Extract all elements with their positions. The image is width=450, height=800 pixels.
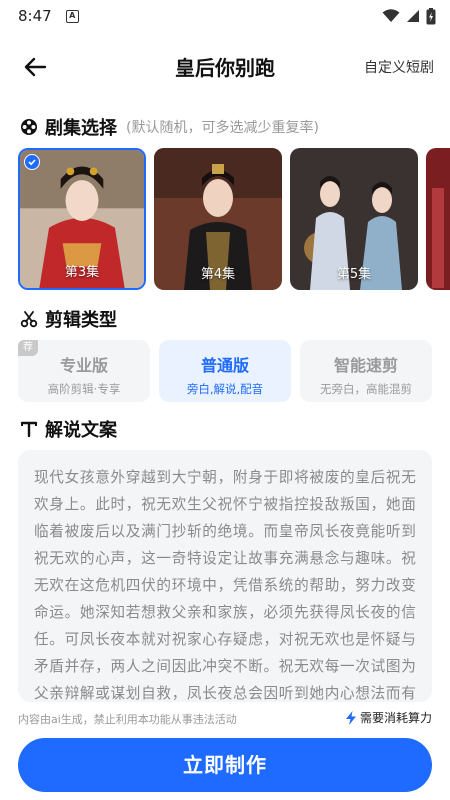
status-bar: 8:47 A	[0, 0, 450, 32]
scissors-icon	[20, 311, 38, 328]
film-reel-icon	[21, 119, 37, 135]
edit-type-options: 荐 专业版 高阶剪辑·专享 普通版 旁白,解说,配音 智能速剪 无旁白，高能混剪	[18, 340, 432, 402]
cellular-signal-icon	[407, 10, 419, 22]
script-textarea[interactable]: 现代女孩意外穿越到大宁朝，附身于即将被废的皇后祝无欢身上。此时，祝无欢生父祝怀宁…	[18, 450, 432, 702]
episode-list: 第3集 第4集 第5集	[18, 148, 450, 292]
status-icons	[382, 7, 436, 25]
cost-text: 需要消耗算力	[359, 711, 432, 725]
episode-card-4[interactable]: 第4集	[154, 148, 282, 290]
edit-type-professional[interactable]: 荐 专业版 高阶剪辑·专享	[18, 340, 150, 402]
edit-type-desc: 无旁白，高能混剪	[320, 382, 412, 396]
edit-type-smart[interactable]: 智能速剪 无旁白，高能混剪	[300, 340, 432, 402]
script-label: 解说文案	[45, 420, 117, 441]
battery-charging-icon	[426, 7, 436, 24]
edit-type-standard[interactable]: 普通版 旁白,解说,配音	[159, 340, 291, 402]
ai-disclaimer: 内容由ai生成，禁止利用本功能从事违法活动	[18, 713, 237, 726]
selected-check-icon	[24, 154, 40, 170]
text-t-icon	[20, 421, 38, 438]
make-now-button[interactable]: 立即制作	[18, 738, 432, 792]
edit-type-desc: 高阶剪辑·专享	[47, 382, 121, 396]
status-time: 8:47	[18, 7, 52, 25]
edit-type-desc: 旁白,解说,配音	[186, 382, 264, 396]
header: 皇后你别跑 自定义短剧	[0, 40, 450, 92]
back-arrow-icon	[24, 57, 47, 77]
episode-card-partial[interactable]	[426, 148, 450, 290]
episodes-section-title: 剧集选择 (默认随机，可多选减少重复率)	[20, 114, 319, 140]
cost-note: 需要消耗算力	[345, 709, 432, 726]
wifi-icon	[382, 9, 400, 22]
recommend-badge: 荐	[18, 340, 38, 356]
edit-type-name: 普通版	[200, 356, 249, 375]
episode-label: 第5集	[336, 267, 372, 282]
episode-label: 第4集	[200, 267, 236, 282]
script-section-title: 解说文案	[20, 416, 117, 442]
episodes-hint: (默认随机，可多选减少重复率)	[126, 120, 319, 136]
edit-type-label: 剪辑类型	[45, 310, 117, 331]
episode-card-5[interactable]: 第5集	[290, 148, 418, 290]
episode-card-3[interactable]: 第3集	[18, 148, 146, 290]
edit-type-name: 专业版	[59, 356, 108, 375]
script-text: 现代女孩意外穿越到大宁朝，附身于即将被废的皇后祝无欢身上。此时，祝无欢生父祝怀宁…	[34, 469, 416, 702]
lightning-icon	[345, 710, 356, 725]
notification-a-icon: A	[65, 9, 79, 23]
episode-label: 第3集	[64, 265, 100, 280]
back-button[interactable]	[20, 52, 50, 82]
episodes-label: 剧集选择	[45, 118, 117, 139]
edit-section-title: 剪辑类型	[20, 306, 117, 332]
edit-type-name: 智能速剪	[333, 356, 398, 375]
custom-drama-link[interactable]: 自定义短剧	[364, 57, 434, 77]
episode-thumbnail	[426, 148, 450, 290]
